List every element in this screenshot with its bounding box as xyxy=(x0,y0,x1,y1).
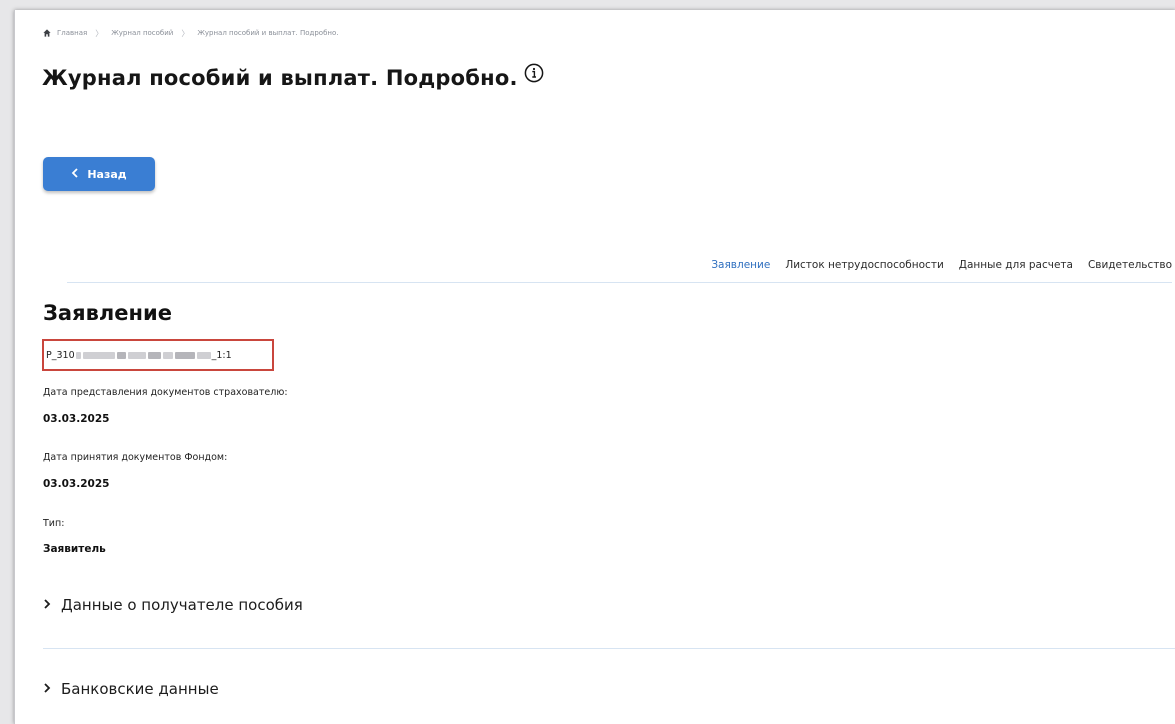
redacted-block xyxy=(162,351,173,359)
field-value-submission-date: 03.03.2025 xyxy=(43,413,110,425)
tab-sick-leave[interactable]: Листок нетрудоспособности xyxy=(785,259,943,282)
back-button[interactable]: Назад xyxy=(43,157,155,191)
breadcrumb-item-journal[interactable]: Журнал пособий xyxy=(111,29,173,37)
chevron-right-icon: 〉 xyxy=(95,28,104,38)
tab-calculation-data[interactable]: Данные для расчета xyxy=(959,259,1073,282)
chevron-right-icon xyxy=(43,680,51,698)
tab-certificate[interactable]: Свидетельство xyxy=(1088,259,1172,282)
chevron-left-icon xyxy=(71,167,79,181)
accordion-bank-data[interactable]: Банковские данные xyxy=(43,680,1175,698)
info-icon[interactable] xyxy=(524,63,544,83)
application-id-highlight: P_310 _1:1 xyxy=(42,339,274,371)
application-id-suffix: _1:1 xyxy=(211,349,232,361)
chevron-right-icon xyxy=(43,596,51,614)
application-id: P_310 _1:1 xyxy=(46,350,232,361)
tab-application[interactable]: Заявление xyxy=(711,259,770,282)
field-label-type: Тип: xyxy=(43,518,65,529)
section-title: Заявление xyxy=(43,301,172,325)
field-label-acceptance-date: Дата принятия документов Фондом: xyxy=(43,452,228,463)
accordion-bank-label: Банковские данные xyxy=(61,680,219,698)
redacted-block xyxy=(174,351,195,359)
page-title-text: Журнал пособий и выплат. Подробно. xyxy=(42,66,518,90)
accordion-recipient-data[interactable]: Данные о получателе пособия xyxy=(43,596,1175,614)
field-value-acceptance-date: 03.03.2025 xyxy=(43,478,110,490)
home-icon[interactable] xyxy=(43,29,51,37)
redacted-block xyxy=(196,351,211,359)
application-id-prefix: P_310 xyxy=(46,349,75,361)
tabs-bar: Заявление Листок нетрудоспособности Данн… xyxy=(67,259,1172,283)
app-window: Главная 〉 Журнал пособий 〉 Журнал пособи… xyxy=(14,10,1175,724)
redacted-block xyxy=(127,351,146,359)
redacted-block xyxy=(147,351,161,359)
redacted-block xyxy=(116,351,126,359)
redacted-block xyxy=(82,351,115,359)
breadcrumb-item-home[interactable]: Главная xyxy=(57,29,87,37)
back-button-label: Назад xyxy=(87,167,127,181)
breadcrumb-item-current: Журнал пособий и выплат. Подробно. xyxy=(197,29,339,37)
breadcrumb: Главная 〉 Журнал пособий 〉 Журнал пособи… xyxy=(43,27,339,39)
divider xyxy=(43,648,1175,649)
page-title: Журнал пособий и выплат. Подробно. xyxy=(42,63,544,90)
field-label-submission-date: Дата представления документов страховате… xyxy=(43,387,288,398)
redacted-block xyxy=(75,351,81,359)
accordion-recipient-label: Данные о получателе пособия xyxy=(61,596,303,614)
chevron-right-icon: 〉 xyxy=(181,28,190,38)
field-value-type: Заявитель xyxy=(43,543,106,555)
